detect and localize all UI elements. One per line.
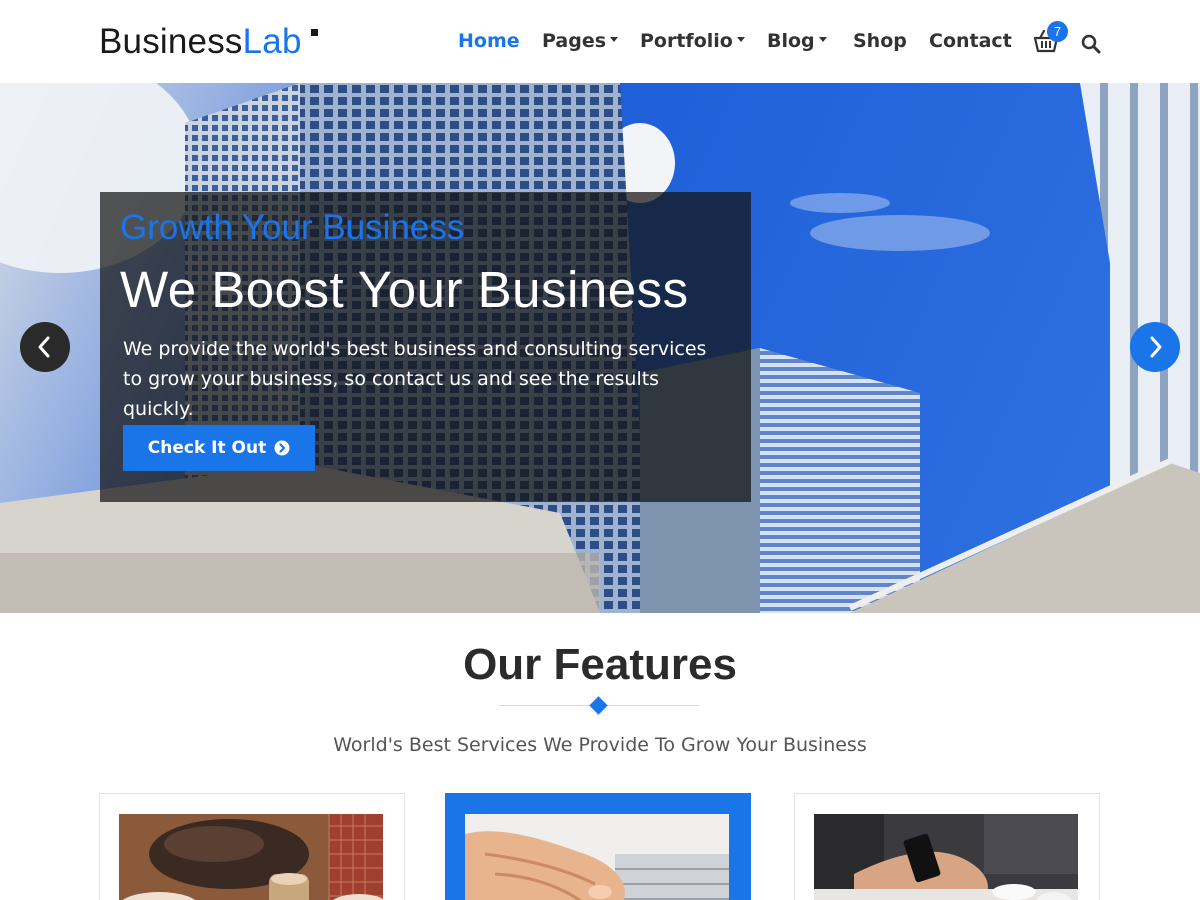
logo-dot [311,29,318,36]
chevron-right-icon [1150,336,1162,358]
divider-diamond [589,696,608,715]
logo-text-business: Business [99,22,243,61]
feature-card[interactable] [99,793,405,900]
caret-down-icon [736,37,745,42]
nav-pages[interactable]: Pages [542,30,619,52]
slider-prev-button[interactable] [20,322,70,372]
logo-text-lab: Lab [242,22,302,61]
nav-blog[interactable]: Blog [767,30,827,52]
hero-slider: Growth Your Business We Boost Your Busin… [0,83,1200,613]
site-logo[interactable]: BusinessLab [99,22,302,62]
hero-kicker: Growth Your Business [120,208,465,247]
typing-keyboard-photo [465,814,729,900]
site-header: BusinessLab Home Pages Portfolio Blog Sh… [0,0,1200,83]
button-label: Check It Out [147,438,267,458]
nav-label: Pages [542,30,607,52]
meeting-bag-photo [119,814,383,900]
nav-label: Portfolio [640,30,733,52]
hero-title: We Boost Your Business [120,261,689,318]
cart-count-badge: 7 [1047,21,1068,42]
hero-caption: Growth Your Business We Boost Your Busin… [100,192,751,502]
nav-label: Shop [853,30,907,52]
caret-down-icon [818,37,827,42]
nav-contact[interactable]: Contact [929,30,1012,52]
chevron-circle-right-icon [274,440,290,456]
nav-label: Home [458,30,520,52]
nav-label: Blog [767,30,815,52]
slider-next-button[interactable] [1130,322,1180,372]
features-title: Our Features [463,640,737,689]
features-subtitle: World's Best Services We Provide To Grow… [333,734,867,756]
check-it-out-button[interactable]: Check It Out [123,425,315,471]
nav-shop[interactable]: Shop [853,30,907,52]
nav-label: Contact [929,30,1012,52]
feature-card[interactable] [794,793,1100,900]
nav-home[interactable]: Home [458,30,520,52]
caret-down-icon [610,37,619,42]
nav-portfolio[interactable]: Portfolio [640,30,745,52]
feature-card-active[interactable] [445,793,751,900]
phone-coffee-photo [814,814,1078,900]
hero-description: We provide the world's best business and… [123,338,707,420]
search-icon[interactable] [1081,34,1101,54]
chevron-left-icon [38,336,50,358]
